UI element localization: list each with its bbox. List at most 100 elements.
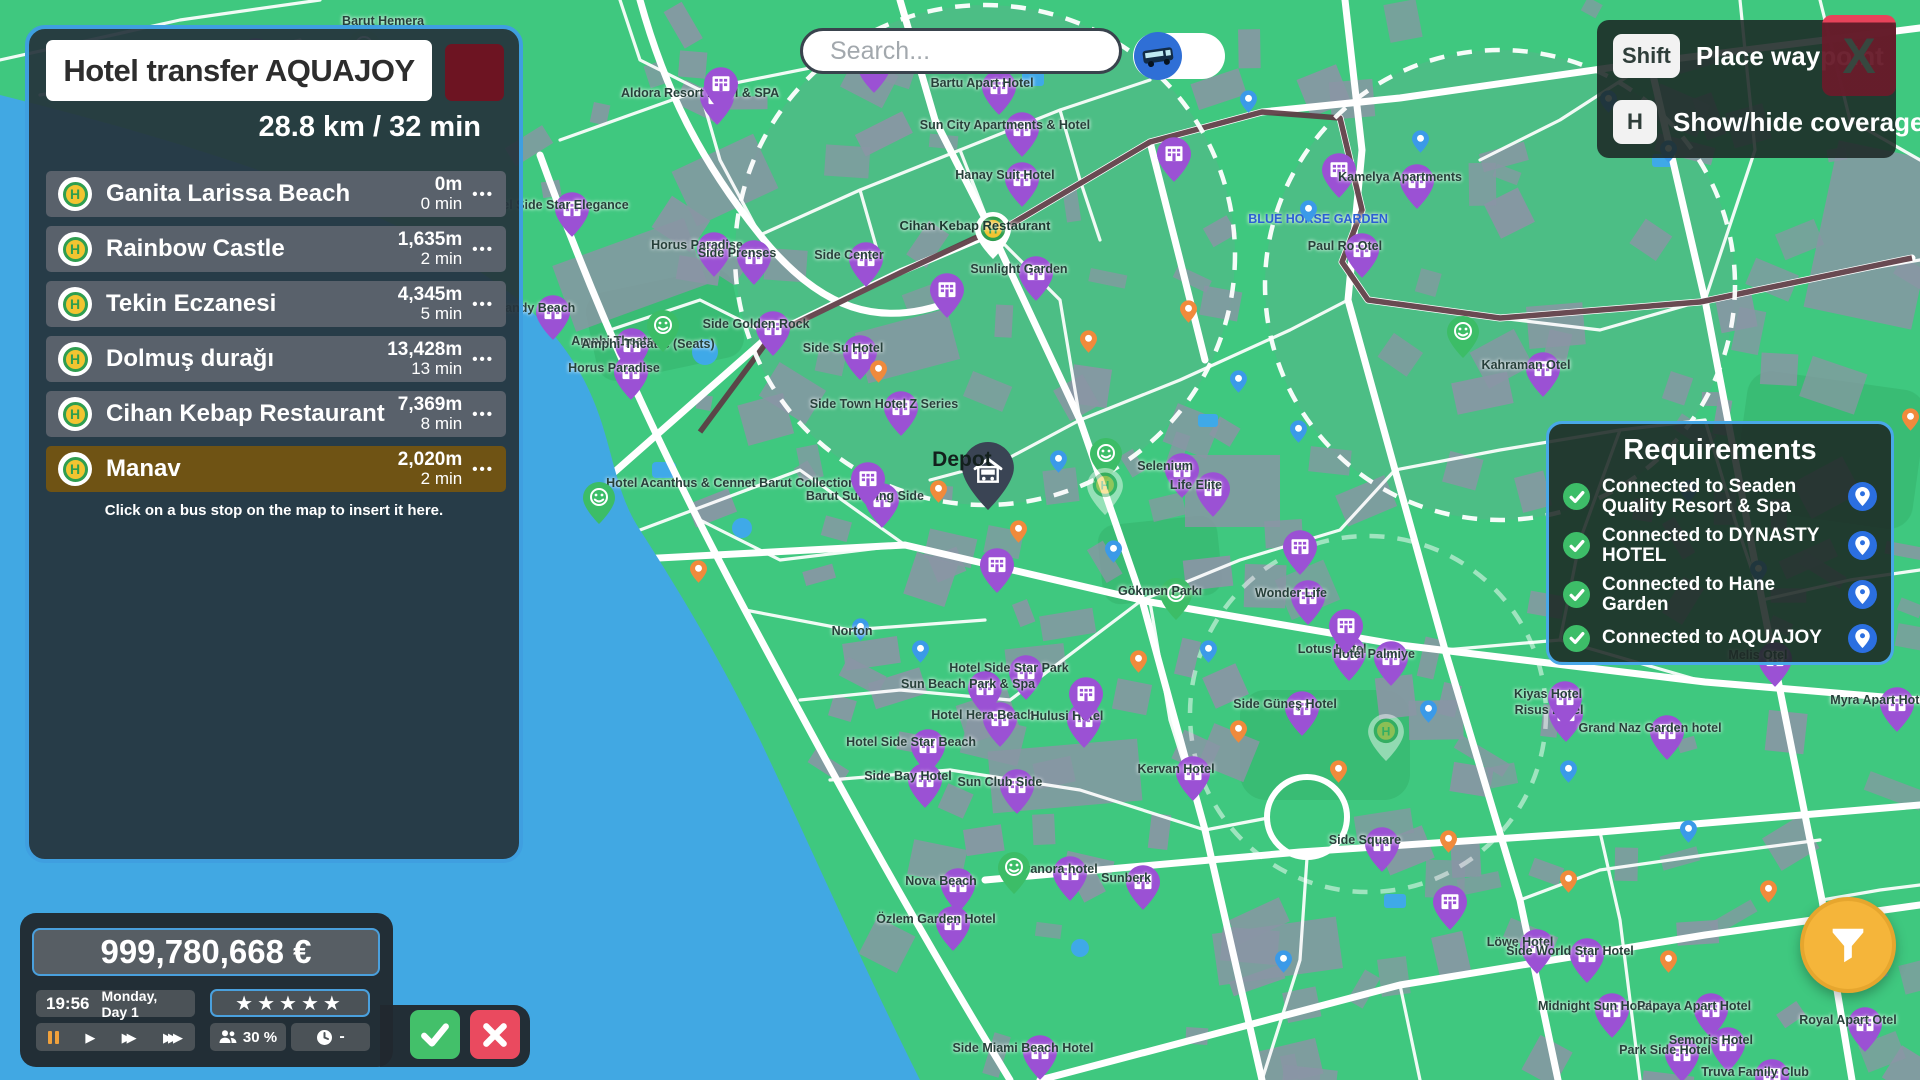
stop-name: Tekin Eczanesi — [106, 290, 398, 318]
map-label: Side Town Hotel Z Series — [810, 397, 958, 411]
map-label: Hotel Acanthus & Cennet Barut Collection — [606, 476, 856, 490]
map-label: Kahraman Otel — [1482, 358, 1571, 372]
route-title[interactable]: Hotel transfer AQUAJOY — [46, 40, 432, 101]
bus-stop-icon: H — [58, 397, 92, 431]
requirement-label: Connected to AQUAJOY — [1602, 628, 1836, 648]
stop-list: H Ganita Larissa Beach0m0 min ••• H Rainbow … — [46, 171, 506, 501]
stop-options-button[interactable]: ••• — [472, 186, 494, 203]
map-label: Wonder Life — [1255, 586, 1327, 600]
locate-pin-button[interactable] — [1848, 482, 1877, 511]
map-label: Sun City Apartments & Hotel — [920, 118, 1090, 132]
stop-row[interactable]: H Ganita Larissa Beach0m0 min ••• — [46, 171, 506, 217]
map-label: Truva Family Club — [1701, 1065, 1809, 1079]
map-label: Side Bay Hotel — [864, 769, 952, 783]
datetime-display: 19:56 Monday, Day 1 — [36, 990, 195, 1017]
passengers-indicator[interactable]: 30 % — [210, 1023, 286, 1051]
passengers-percent: 30 % — [243, 1029, 277, 1046]
cancel-button[interactable] — [470, 1010, 520, 1059]
bus-stop-icon: H — [58, 342, 92, 376]
search-input[interactable] — [828, 36, 1092, 67]
check-icon — [1563, 581, 1590, 608]
stop-row[interactable]: H Dolmuş durağı13,428m13 min ••• — [46, 336, 506, 382]
money-display: 999,780,668 € — [32, 928, 380, 976]
map-label: Life Elite — [1170, 478, 1222, 492]
fast-forward-button[interactable]: ▶▶ — [122, 1031, 137, 1044]
map-label: Hanay Suit Hotel — [955, 168, 1054, 182]
rating-stars: ★★★★★ — [210, 989, 370, 1017]
play-button[interactable]: ▶ — [85, 1031, 95, 1044]
map-label: Sunberk — [1101, 871, 1151, 885]
stop-metrics: 4,345m5 min — [398, 285, 462, 323]
stop-name: Ganita Larissa Beach — [106, 180, 421, 208]
map-label: Royal Apart Otel — [1799, 1013, 1896, 1027]
stop-row[interactable]: H Cihan Kebap Restaurant7,369m8 min ••• — [46, 391, 506, 437]
map-label: Side World Star Hotel — [1506, 944, 1634, 958]
requirement-item: Connected to AQUAJOY — [1563, 624, 1877, 653]
locate-pin-button[interactable] — [1848, 580, 1877, 609]
map-label: Myra Apart Hotel — [1830, 693, 1920, 707]
h-keycap: H — [1613, 100, 1657, 144]
bus-stop-icon: H — [58, 452, 92, 486]
map-label: Özlem Garden Hotel — [876, 912, 995, 926]
shift-keycap: Shift — [1613, 34, 1680, 78]
confirm-button[interactable] — [410, 1010, 460, 1059]
map-label: Cihan Kebap Restaurant — [899, 218, 1050, 233]
bus-stop-icon: H — [58, 177, 92, 211]
stop-name: Rainbow Castle — [106, 235, 398, 263]
stop-metrics: 0m0 min — [421, 175, 463, 213]
fastest-forward-button[interactable]: ▶▶▶ — [163, 1031, 183, 1044]
stop-options-button[interactable]: ••• — [472, 351, 494, 368]
requirement-item: Connected to DYNASTY HOTEL — [1563, 526, 1877, 566]
people-icon — [219, 1029, 237, 1045]
locate-pin-button[interactable] — [1848, 624, 1877, 653]
stop-metrics: 7,369m8 min — [398, 395, 462, 433]
stop-metrics: 13,428m13 min — [387, 340, 462, 378]
map-label: Kervan Hotel — [1137, 762, 1214, 776]
requirement-item: Connected to Seaden Quality Resort & Spa — [1563, 477, 1877, 517]
map-label: Kamelya Apartments — [1338, 170, 1462, 184]
svg-text:H: H — [1382, 725, 1391, 739]
clock-icon — [316, 1029, 333, 1046]
stop-name: Manav — [106, 455, 398, 483]
close-button[interactable]: X — [1822, 15, 1896, 96]
stop-row[interactable]: HRainbow Castle1,635m2 min••• — [46, 226, 506, 272]
vehicles-button[interactable] — [1133, 33, 1225, 79]
filter-button[interactable] — [1800, 897, 1896, 993]
stop-row[interactable]: H Manav2,020m2 min ••• — [46, 446, 506, 492]
route-color-swatch[interactable] — [445, 44, 504, 101]
schedule-value: - — [339, 1028, 344, 1046]
map-label: Side Center — [814, 248, 883, 262]
map-label: Sun Club Side — [958, 775, 1043, 789]
check-icon — [418, 1020, 452, 1050]
check-icon — [1563, 532, 1590, 559]
route-total-distance: 28.8 km / 32 min — [259, 111, 481, 144]
stop-row[interactable]: HTekin Eczanesi4,345m5 min••• — [46, 281, 506, 327]
map-label: Depot — [932, 448, 992, 472]
schedule-indicator[interactable]: - — [291, 1023, 370, 1051]
bus-stop-icon: H — [58, 232, 92, 266]
map-label: Side Golden Rock — [703, 317, 810, 331]
stop-metrics: 2,020m2 min — [398, 450, 462, 488]
requirements-panel: Requirements Connected to Seaden Quality… — [1546, 421, 1894, 665]
svg-text:H: H — [1100, 479, 1109, 493]
search-bar — [800, 28, 1122, 74]
map-label: Selenium — [1137, 459, 1193, 473]
map-label: Side Su Hotel — [803, 341, 884, 355]
stop-options-button[interactable]: ••• — [472, 461, 494, 478]
stop-options-button[interactable]: ••• — [472, 406, 494, 423]
stop-name: Dolmuş durağı — [106, 345, 387, 373]
pause-button[interactable] — [48, 1031, 59, 1044]
requirement-item: Connected to Hane Garden — [1563, 575, 1877, 615]
map-label: Sunlight Garden — [970, 262, 1067, 276]
stop-options-button[interactable]: ••• — [472, 296, 494, 313]
map-label: Semoris Hotel — [1669, 1033, 1753, 1047]
stop-name: Cihan Kebap Restaurant — [106, 400, 398, 428]
stop-options-button[interactable]: ••• — [472, 241, 494, 258]
map-label: Kiyas Hotel — [1514, 687, 1582, 701]
locate-pin-button[interactable] — [1848, 531, 1877, 560]
map-label: BLUE HORSE GARDEN — [1248, 212, 1388, 226]
calendar-date: Monday, Day 1 — [101, 988, 185, 1020]
map-label: Hotel Hera Beach — [931, 708, 1035, 722]
requirement-label: Connected to Seaden Quality Resort & Spa — [1602, 477, 1836, 517]
funnel-icon — [1825, 922, 1871, 968]
